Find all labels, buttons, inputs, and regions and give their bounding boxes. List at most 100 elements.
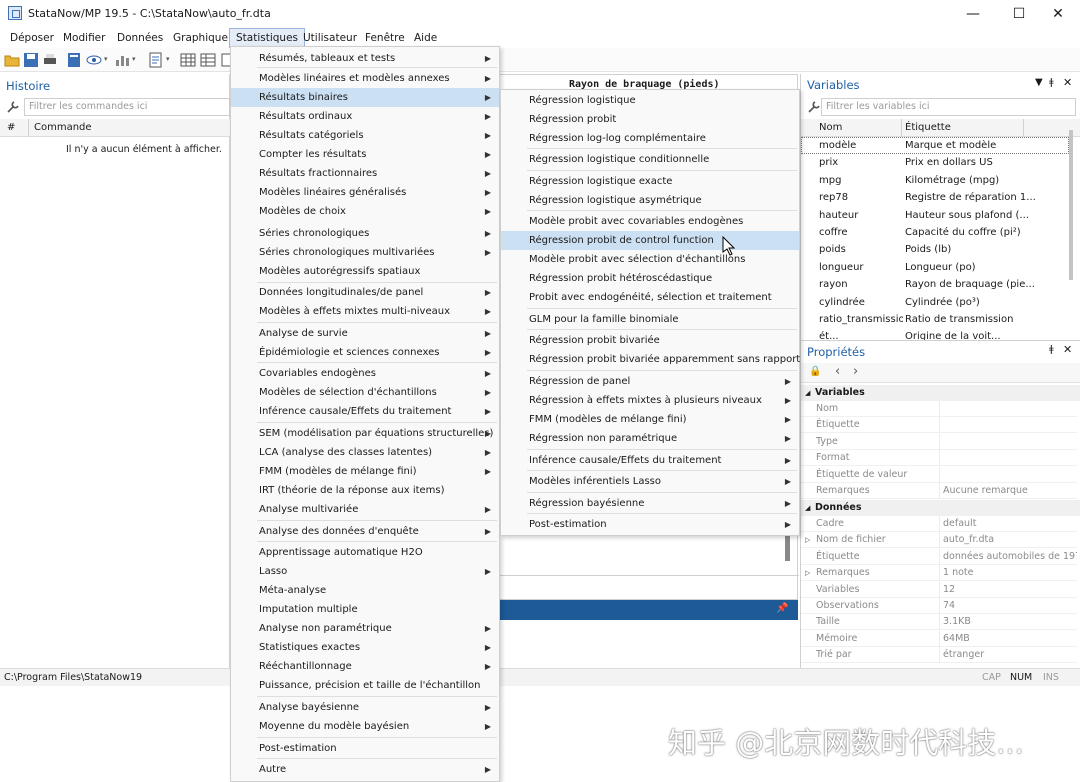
stats-menu-item[interactable]: Apprentissage automatique H2O bbox=[231, 543, 499, 562]
variable-row[interactable]: ét... Origine de la voit... bbox=[801, 328, 1069, 340]
binary-menu-item[interactable]: Régression probit bivariée bbox=[501, 331, 799, 350]
stats-menu-item[interactable]: Modèles linéaires et modèles annexes ▶ bbox=[231, 69, 499, 88]
stats-menu-item[interactable]: Modèles à effets mixtes multi-niveaux ▶ bbox=[231, 302, 499, 321]
stats-menu-item[interactable]: Résultats fractionnaires ▶ bbox=[231, 164, 499, 183]
stats-menu-item[interactable]: LCA (analyse des classes latentes) ▶ bbox=[231, 443, 499, 462]
stats-menu-item[interactable]: Statistiques exactes ▶ bbox=[231, 638, 499, 657]
stats-menu-item[interactable]: Modèles linéaires généralisés ▶ bbox=[231, 183, 499, 202]
binary-menu-item[interactable]: Modèle probit avec sélection d'échantill… bbox=[501, 250, 799, 269]
property-row[interactable]: Cadre default bbox=[801, 516, 1077, 532]
variable-row[interactable]: poids Poids (lb) bbox=[801, 241, 1069, 258]
stats-menu-item[interactable]: Résultats catégoriels ▶ bbox=[231, 126, 499, 145]
stats-menu-item[interactable]: Modèles autorégressifs spatiaux bbox=[231, 262, 499, 281]
variable-row[interactable]: ratio_transmission Ratio de transmission bbox=[801, 311, 1069, 328]
property-row[interactable]: ▷ Nom de fichier auto_fr.dta bbox=[801, 532, 1077, 549]
stats-menu-item[interactable]: Puissance, précision et taille de l'écha… bbox=[231, 676, 499, 695]
variable-row[interactable]: cylindrée Cylindrée (po³) bbox=[801, 294, 1069, 311]
binary-menu-item[interactable]: Post-estimation ▶ bbox=[501, 515, 799, 534]
pin-properties-icon[interactable]: ǂ bbox=[1049, 344, 1054, 355]
stats-menu-item[interactable]: Modèles de sélection d'échantillons ▶ bbox=[231, 383, 499, 402]
stats-menu-item[interactable]: IRT (théorie de la réponse aux items) bbox=[231, 481, 499, 500]
property-row[interactable]: Étiquette de valeur bbox=[801, 466, 1077, 483]
menu-deposer[interactable]: Déposer bbox=[4, 28, 60, 48]
do-file-editor-icon[interactable] bbox=[148, 52, 164, 68]
binary-menu-item[interactable]: Régression logistique exacte bbox=[501, 172, 799, 191]
binary-menu-item[interactable]: Régression de panel ▶ bbox=[501, 372, 799, 391]
close-button[interactable]: ✕ bbox=[1036, 0, 1080, 28]
close-properties-icon[interactable]: ✕ bbox=[1063, 343, 1072, 356]
menu-aide[interactable]: Aide bbox=[408, 28, 443, 48]
stats-menu-item[interactable]: Moyenne du modèle bayésien ▶ bbox=[231, 717, 499, 736]
property-row[interactable]: Nom bbox=[801, 401, 1077, 417]
properties-section-variables[interactable]: ◢ Variables bbox=[801, 385, 1080, 401]
stats-menu-item[interactable]: Analyse non paramétrique ▶ bbox=[231, 619, 499, 638]
stats-menu-item[interactable]: Post-estimation bbox=[231, 739, 499, 758]
print-icon[interactable] bbox=[42, 52, 58, 68]
property-row[interactable]: Étiquette bbox=[801, 417, 1077, 434]
properties-section-data[interactable]: ◢ Données bbox=[801, 500, 1080, 516]
close-variables-icon[interactable]: ✕ bbox=[1063, 76, 1072, 89]
expand-icon[interactable]: ▷ bbox=[805, 532, 810, 548]
history-col-num[interactable]: # bbox=[7, 119, 15, 137]
data-browser-icon[interactable] bbox=[200, 52, 216, 68]
property-row[interactable]: Format bbox=[801, 450, 1077, 467]
stats-menu-item[interactable]: Épidémiologie et sciences connexes ▶ bbox=[231, 343, 499, 362]
menu-graphique[interactable]: Graphique bbox=[167, 28, 234, 48]
graph-dropdown-icon[interactable]: ▾ bbox=[132, 55, 136, 63]
expand-icon[interactable]: ▷ bbox=[805, 565, 810, 581]
log-icon[interactable] bbox=[66, 52, 82, 68]
property-row[interactable]: ▷ Remarques 1 note bbox=[801, 565, 1077, 582]
stats-menu-item[interactable]: Résultats ordinaux ▶ bbox=[231, 107, 499, 126]
stats-menu-item[interactable]: Lasso ▶ bbox=[231, 562, 499, 581]
variable-row[interactable]: prix Prix en dollars US bbox=[801, 154, 1069, 171]
binary-menu-item[interactable]: Modèle probit avec covariables endogènes bbox=[501, 212, 799, 231]
binary-menu-item[interactable]: GLM pour la famille binomiale bbox=[501, 310, 799, 329]
binary-menu-item[interactable]: FMM (modèles de mélange fini) ▶ bbox=[501, 410, 799, 429]
binary-menu-item[interactable]: Régression probit bbox=[501, 110, 799, 129]
variables-scrollbar[interactable] bbox=[1069, 130, 1073, 280]
stats-menu-item[interactable]: Analyse multivariée ▶ bbox=[231, 500, 499, 519]
binary-menu-item[interactable]: Modèles inférentiels Lasso ▶ bbox=[501, 472, 799, 491]
variable-row[interactable]: rayon Rayon de braquage (pie... bbox=[801, 276, 1069, 293]
collapse-data-icon[interactable]: ◢ bbox=[805, 500, 810, 516]
property-row[interactable]: Observations 74 bbox=[801, 598, 1077, 614]
stats-menu-item[interactable]: Inférence causale/Effets du traitement ▶ bbox=[231, 402, 499, 421]
results-scrollbar-thumb[interactable] bbox=[785, 535, 790, 561]
property-row[interactable]: Remarques Aucune remarque bbox=[801, 483, 1077, 499]
filter-funnel-icon[interactable]: ▼ bbox=[1035, 77, 1043, 88]
stats-menu-item[interactable]: SEM (modélisation par équations structur… bbox=[231, 424, 499, 443]
stats-menu-item[interactable]: Analyse bayésienne ▶ bbox=[231, 698, 499, 717]
property-row[interactable]: Type bbox=[801, 433, 1077, 450]
stats-menu-item[interactable]: Méta-analyse bbox=[231, 581, 499, 600]
next-arrow-icon[interactable]: › bbox=[853, 364, 858, 379]
graph-icon[interactable] bbox=[114, 52, 130, 68]
collapse-icon[interactable]: ◢ bbox=[805, 385, 810, 401]
menu-statistiques[interactable]: Statistiques bbox=[229, 28, 306, 48]
binary-menu-item[interactable]: Régression logistique bbox=[501, 91, 799, 110]
open-folder-icon[interactable] bbox=[4, 52, 20, 68]
menu-donnees[interactable]: Données bbox=[111, 28, 169, 48]
stats-menu-item[interactable]: Covariables endogènes ▶ bbox=[231, 364, 499, 383]
menu-fenetre[interactable]: Fenêtre bbox=[359, 28, 411, 48]
property-row[interactable]: Trié par étranger bbox=[801, 647, 1077, 664]
do-file-dropdown-icon[interactable]: ▾ bbox=[166, 55, 170, 63]
stats-menu-item[interactable]: Analyse des données d'enquête ▶ bbox=[231, 522, 499, 541]
stats-menu-item[interactable]: Résumés, tableaux et tests ▶ bbox=[231, 49, 499, 68]
variable-row[interactable]: longueur Longueur (po) bbox=[801, 259, 1069, 276]
save-icon[interactable] bbox=[23, 52, 39, 68]
variables-col-label[interactable]: Étiquette bbox=[905, 119, 951, 137]
stats-menu-item[interactable]: Analyse de survie ▶ bbox=[231, 324, 499, 343]
history-filter-input[interactable]: Filtrer les commandes ici bbox=[24, 98, 230, 116]
minimize-button[interactable]: — bbox=[950, 0, 996, 28]
property-row[interactable]: Variables 12 bbox=[801, 581, 1077, 598]
variable-row[interactable]: hauteur Hauteur sous plafond (... bbox=[801, 207, 1069, 224]
binary-menu-item[interactable]: Régression probit hétéroscédastique bbox=[501, 269, 799, 288]
stats-menu-item[interactable]: FMM (modèles de mélange fini) ▶ bbox=[231, 462, 499, 481]
variable-row[interactable]: rep78 Registre de réparation 1... bbox=[801, 189, 1069, 206]
stats-menu-item[interactable]: Modèles de choix ▶ bbox=[231, 202, 499, 221]
history-col-command[interactable]: Commande bbox=[34, 119, 92, 137]
binary-menu-item[interactable]: Régression bayésienne ▶ bbox=[501, 494, 799, 513]
binary-menu-item[interactable]: Régression non paramétrique ▶ bbox=[501, 429, 799, 448]
stats-menu-item[interactable]: Résultats binaires ▶ bbox=[231, 88, 499, 107]
stats-menu-item[interactable]: Séries chronologiques multivariées ▶ bbox=[231, 243, 499, 262]
